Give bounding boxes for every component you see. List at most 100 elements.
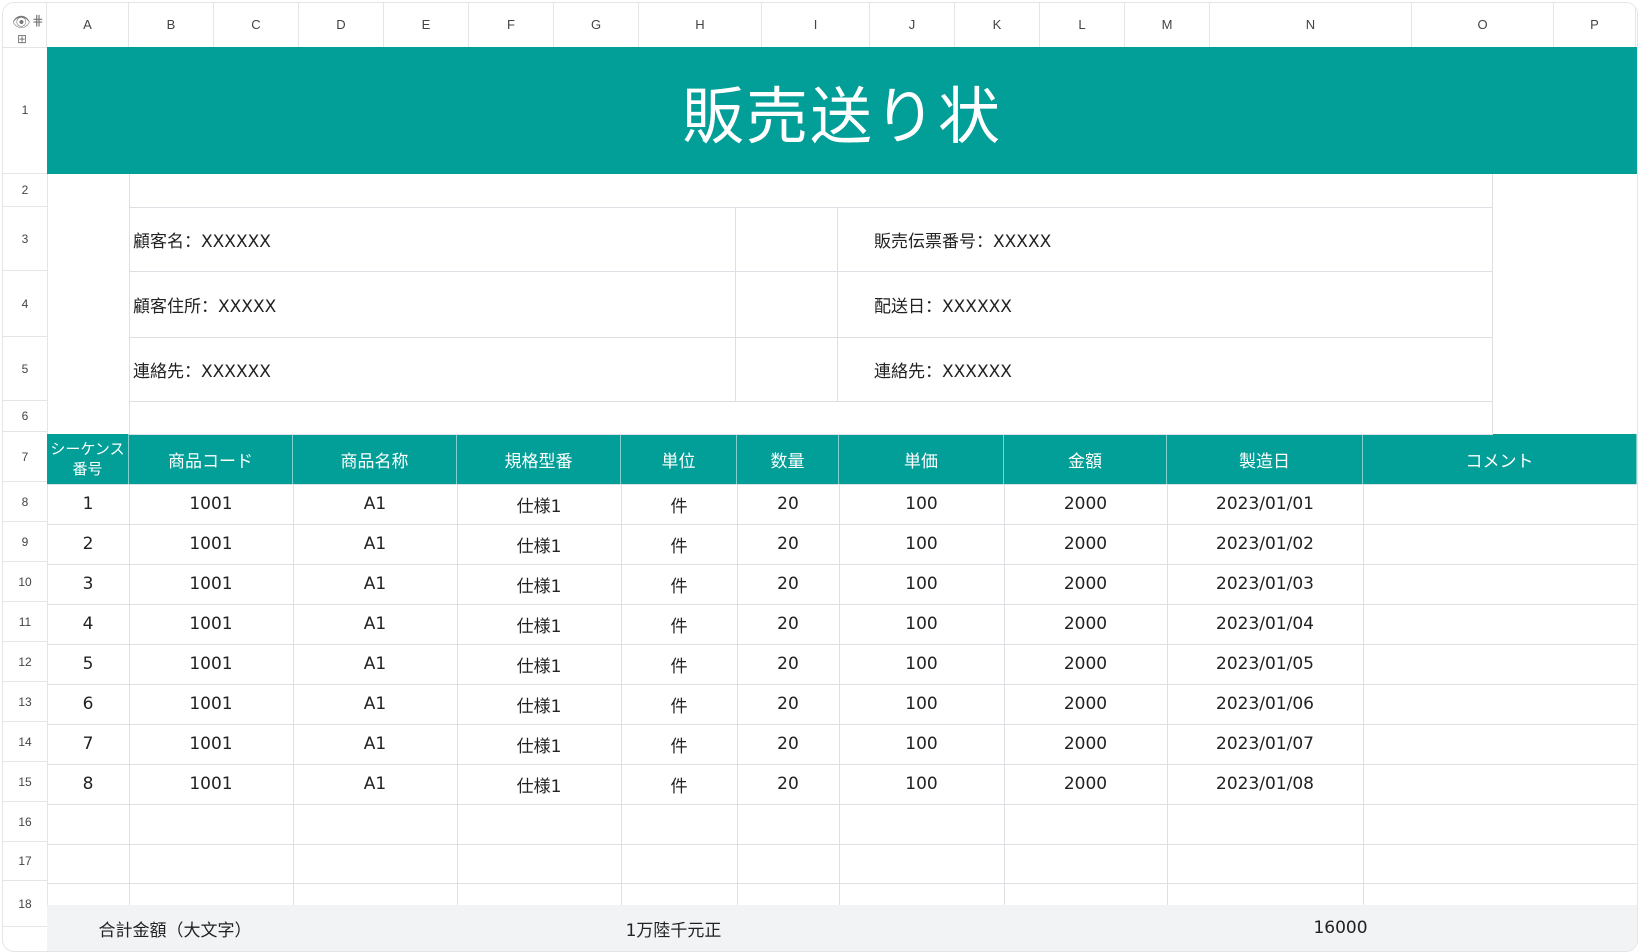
row-header-1[interactable]: 1 — [3, 47, 47, 174]
sheet-grid[interactable]: 販売送り状 顧客名：XXXXXX 顧客住所：XXXXX 連絡先：XXXXXX 販… — [47, 47, 1637, 951]
table-cell-qty[interactable]: 20 — [737, 764, 839, 804]
row-header-14[interactable]: 14 — [3, 722, 47, 762]
table-cell-amount[interactable]: 2000 — [1004, 604, 1167, 644]
row-header-8[interactable]: 8 — [3, 482, 47, 522]
table-cell-unit[interactable]: 件 — [621, 684, 737, 724]
row-header-12[interactable]: 12 — [3, 642, 47, 682]
table-cell-product-name[interactable]: A1 — [293, 684, 457, 724]
table-cell-unit-price[interactable]: 100 — [839, 564, 1004, 604]
table-cell-mfg-date[interactable]: 2023/01/03 — [1167, 564, 1363, 604]
table-cell-unit[interactable]: 件 — [621, 564, 737, 604]
column-header-o[interactable]: O — [1412, 3, 1554, 47]
table-cell-unit-price[interactable]: 100 — [839, 524, 1004, 564]
table-cell-unit-price[interactable]: 100 — [839, 724, 1004, 764]
table-header-seq[interactable]: シーケンス番号 — [47, 434, 129, 484]
table-cell-product-name[interactable]: A1 — [293, 604, 457, 644]
table-cell-qty[interactable]: 20 — [737, 724, 839, 764]
table-cell-seq[interactable]: 6 — [47, 684, 129, 724]
table-cell-comment[interactable] — [1363, 684, 1637, 724]
table-cell-product-name[interactable]: A1 — [293, 484, 457, 524]
column-header-m[interactable]: M — [1125, 3, 1210, 47]
column-header-k[interactable]: K — [955, 3, 1040, 47]
table-cell-seq[interactable]: 2 — [47, 524, 129, 564]
table-cell-unit[interactable]: 件 — [621, 764, 737, 804]
table-cell-amount[interactable]: 2000 — [1004, 684, 1167, 724]
table-cell-qty[interactable]: 20 — [737, 644, 839, 684]
table-cell-comment[interactable] — [1363, 724, 1637, 764]
table-cell-mfg-date[interactable]: 2023/01/08 — [1167, 764, 1363, 804]
table-cell-product-code[interactable]: 1001 — [129, 764, 293, 804]
table-cell-product-code[interactable]: 1001 — [129, 644, 293, 684]
table-cell-product-name[interactable]: A1 — [293, 524, 457, 564]
table-cell-amount[interactable]: 2000 — [1004, 764, 1167, 804]
column-header-l[interactable]: L — [1040, 3, 1125, 47]
table-header-amount[interactable]: 金額 — [1004, 434, 1167, 484]
table-header-mfg-date[interactable]: 製造日 — [1167, 434, 1363, 484]
table-cell-comment[interactable] — [1363, 564, 1637, 604]
column-header-c[interactable]: C — [214, 3, 299, 47]
column-header-f[interactable]: F — [469, 3, 554, 47]
contact-left-cell[interactable]: 連絡先：XXXXXX — [129, 337, 729, 401]
table-cell-spec[interactable]: 仕様1 — [457, 764, 621, 804]
table-header-unit[interactable]: 単位 — [621, 434, 737, 484]
table-cell-product-code[interactable]: 1001 — [129, 484, 293, 524]
row-header-10[interactable]: 10 — [3, 562, 47, 602]
table-cell-product-name[interactable]: A1 — [293, 564, 457, 604]
column-header-e[interactable]: E — [384, 3, 469, 47]
table-cell-unit[interactable]: 件 — [621, 604, 737, 644]
select-all-corner[interactable]: 👁 ⋕ ⊞ — [3, 3, 47, 47]
row-header-15[interactable]: 15 — [3, 762, 47, 802]
column-header-n[interactable]: N — [1210, 3, 1412, 47]
table-cell-spec[interactable]: 仕様1 — [457, 524, 621, 564]
row-header-2[interactable]: 2 — [3, 174, 47, 207]
table-cell-product-name[interactable]: A1 — [293, 764, 457, 804]
table-cell-seq[interactable]: 4 — [47, 604, 129, 644]
table-cell-unit-price[interactable]: 100 — [839, 764, 1004, 804]
row-header-9[interactable]: 9 — [3, 522, 47, 562]
table-cell-unit[interactable]: 件 — [621, 484, 737, 524]
row-header-11[interactable]: 11 — [3, 602, 47, 642]
row-header-6[interactable]: 6 — [3, 401, 47, 432]
table-cell-spec[interactable]: 仕様1 — [457, 564, 621, 604]
table-cell-comment[interactable] — [1363, 764, 1637, 804]
table-header-unit-price[interactable]: 単価 — [839, 434, 1004, 484]
table-cell-spec[interactable]: 仕様1 — [457, 484, 621, 524]
row-header-18[interactable]: 18 — [3, 881, 47, 927]
table-cell-unit-price[interactable]: 100 — [839, 604, 1004, 644]
table-cell-spec[interactable]: 仕様1 — [457, 644, 621, 684]
table-cell-comment[interactable] — [1363, 524, 1637, 564]
table-cell-comment[interactable] — [1363, 604, 1637, 644]
table-header-product-code[interactable]: 商品コード — [129, 434, 293, 484]
customer-name-cell[interactable]: 顧客名：XXXXXX — [129, 207, 729, 271]
table-header-qty[interactable]: 数量 — [737, 434, 839, 484]
grid-icon[interactable]: ⊞ — [17, 32, 27, 46]
slip-number-cell[interactable]: 販売伝票番号：XXXXX — [870, 207, 1470, 271]
table-cell-comment[interactable] — [1363, 484, 1637, 524]
column-header-p[interactable]: P — [1554, 3, 1636, 47]
table-cell-unit-price[interactable]: 100 — [839, 684, 1004, 724]
contact-right-cell[interactable]: 連絡先：XXXXXX — [870, 337, 1470, 401]
table-cell-amount[interactable]: 2000 — [1004, 644, 1167, 684]
column-header-j[interactable]: J — [870, 3, 955, 47]
table-cell-unit-price[interactable]: 100 — [839, 644, 1004, 684]
table-cell-amount[interactable]: 2000 — [1004, 564, 1167, 604]
row-header-5[interactable]: 5 — [3, 337, 47, 401]
table-cell-seq[interactable]: 7 — [47, 724, 129, 764]
table-cell-qty[interactable]: 20 — [737, 564, 839, 604]
table-cell-product-name[interactable]: A1 — [293, 644, 457, 684]
table-cell-mfg-date[interactable]: 2023/01/07 — [1167, 724, 1363, 764]
table-cell-mfg-date[interactable]: 2023/01/06 — [1167, 684, 1363, 724]
column-header-h[interactable]: H — [639, 3, 762, 47]
delivery-date-cell[interactable]: 配送日：XXXXXX — [870, 271, 1470, 337]
row-header-7[interactable]: 7 — [3, 432, 47, 482]
row-header-17[interactable]: 17 — [3, 842, 47, 881]
table-header-spec[interactable]: 規格型番 — [457, 434, 621, 484]
row-header-13[interactable]: 13 — [3, 682, 47, 722]
invoice-title[interactable]: 販売送り状 — [47, 47, 1637, 174]
table-header-comment[interactable]: コメント — [1363, 434, 1637, 484]
table-cell-mfg-date[interactable]: 2023/01/04 — [1167, 604, 1363, 644]
table-cell-seq[interactable]: 3 — [47, 564, 129, 604]
table-cell-comment[interactable] — [1363, 644, 1637, 684]
table-cell-unit[interactable]: 件 — [621, 524, 737, 564]
total-amount[interactable]: 16000 — [1044, 905, 1637, 951]
